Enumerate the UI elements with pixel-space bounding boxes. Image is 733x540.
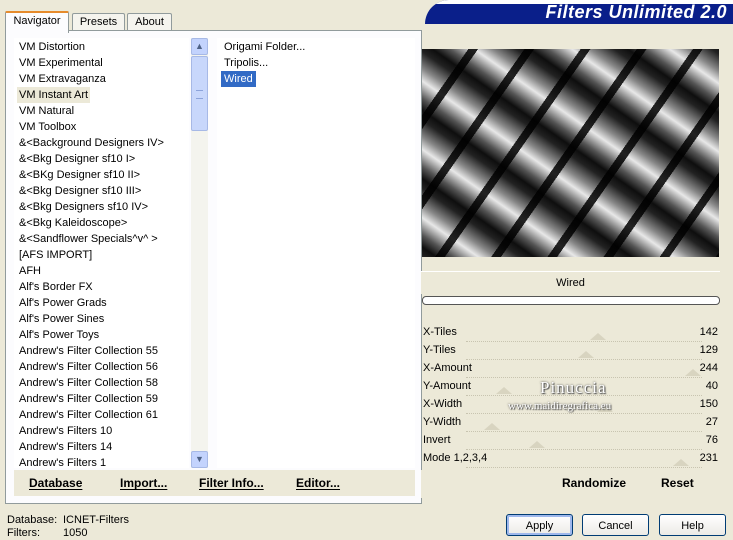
parameter-value: 231 xyxy=(699,452,718,464)
parameter-value: 244 xyxy=(699,362,718,374)
parameter-value: 27 xyxy=(705,416,718,428)
parameter-label: X-Tiles xyxy=(423,326,457,338)
parameter-row[interactable]: X-Tiles 142 xyxy=(421,324,720,342)
category-item[interactable]: [AFS IMPORT] xyxy=(19,247,92,263)
status-area: Database: ICNET-Filters Filters: 1050 xyxy=(7,514,129,540)
category-scrollbar[interactable]: ▲ ▼ xyxy=(191,38,208,468)
grip-icon xyxy=(196,90,203,99)
parameter-row[interactable]: Y-Width 27 xyxy=(421,414,720,432)
category-item[interactable]: VM Experimental xyxy=(19,55,103,71)
slider-thumb[interactable] xyxy=(590,333,607,340)
category-item[interactable]: VM Natural xyxy=(19,103,74,119)
filter-item[interactable]: Origami Folder... xyxy=(221,39,308,55)
tab-about[interactable]: About xyxy=(127,13,172,31)
filter-item[interactable]: Tripolis... xyxy=(221,55,271,71)
filter-preview xyxy=(422,49,719,257)
category-item[interactable]: Alf's Power Sines xyxy=(19,311,104,327)
category-item[interactable]: VM Instant Art xyxy=(17,87,91,103)
database-button[interactable]: Database xyxy=(29,476,82,490)
category-item[interactable]: Andrew's Filters 1 xyxy=(19,455,106,468)
category-item[interactable]: VM Toolbox xyxy=(19,119,76,135)
filter-info-button[interactable]: Filter Info... xyxy=(199,476,264,490)
navigator-panel: VM Distortion VM Experimental VM Extravaga… xyxy=(5,30,422,504)
cancel-button[interactable]: Cancel xyxy=(582,514,649,536)
navigator-button-bar: Database Import... Filter Info... Editor… xyxy=(14,470,415,496)
category-item[interactable]: &<BKg Designer sf10 II> xyxy=(19,167,140,183)
preview-image xyxy=(422,49,719,257)
category-item[interactable]: AFH xyxy=(19,263,41,279)
parameter-label: Mode 1,2,3,4 xyxy=(423,452,488,464)
category-item[interactable]: Andrew's Filter Collection 58 xyxy=(19,375,158,391)
app-title: Filters Unlimited 2.0 xyxy=(545,2,727,22)
slider-thumb[interactable] xyxy=(528,441,545,448)
category-item[interactable]: VM Distortion xyxy=(19,39,85,55)
category-item[interactable]: Alf's Power Toys xyxy=(19,327,99,343)
parameter-label: X-Amount xyxy=(423,362,472,374)
slider-thumb[interactable] xyxy=(483,423,500,430)
category-item[interactable]: &<Bkg Designers sf10 IV> xyxy=(19,199,148,215)
parameter-row[interactable]: Mode 1,2,3,4 231 xyxy=(421,450,720,468)
category-item[interactable]: Alf's Power Grads xyxy=(19,295,107,311)
parameter-row[interactable]: Invert 76 xyxy=(421,432,720,450)
category-item[interactable]: Andrew's Filter Collection 55 xyxy=(19,343,158,359)
watermark-url: www.maidiregrafica.eu xyxy=(508,400,612,412)
parameter-value: 76 xyxy=(705,434,718,446)
scroll-down-button[interactable]: ▼ xyxy=(191,451,208,468)
database-status-value: ICNET-Filters xyxy=(63,514,129,526)
import-button[interactable]: Import... xyxy=(120,476,167,490)
category-item[interactable]: VM Extravaganza xyxy=(19,71,106,87)
watermark: Pinuccia www.maidiregrafica.eu xyxy=(508,378,611,412)
category-item[interactable]: Andrew's Filters 14 xyxy=(19,439,112,455)
category-item[interactable]: Andrew's Filter Collection 56 xyxy=(19,359,158,375)
parameter-label: X-Width xyxy=(423,398,463,410)
parameter-value: 142 xyxy=(699,326,718,338)
filters-status-label: Filters: xyxy=(7,527,40,539)
tab-navigator[interactable]: Navigator xyxy=(5,11,69,33)
parameter-label: Y-Amount xyxy=(423,380,471,392)
apply-button[interactable]: Apply xyxy=(506,514,573,536)
category-item[interactable]: Andrew's Filter Collection 61 xyxy=(19,407,158,423)
filters-status-value: 1050 xyxy=(63,527,88,539)
tab-presets[interactable]: Presets xyxy=(72,13,125,31)
category-item[interactable]: Alf's Border FX xyxy=(19,279,93,295)
scroll-up-button[interactable]: ▲ xyxy=(191,38,208,55)
help-button[interactable]: Help xyxy=(659,514,726,536)
parameter-value: 150 xyxy=(699,398,718,410)
slider-track[interactable] xyxy=(466,466,702,468)
reset-button[interactable]: Reset xyxy=(661,476,694,490)
randomize-button[interactable]: Randomize xyxy=(562,476,626,490)
parameter-row[interactable]: X-Amount 244 xyxy=(421,360,720,378)
parameter-label: Invert xyxy=(423,434,451,446)
editor-button[interactable]: Editor... xyxy=(296,476,340,490)
parameter-row[interactable]: Y-Tiles 129 xyxy=(421,342,720,360)
category-item[interactable]: &<Bkg Designer sf10 I> xyxy=(19,151,135,167)
progress-bar xyxy=(422,296,720,305)
parameter-label: Y-Tiles xyxy=(423,344,456,356)
slider-thumb[interactable] xyxy=(578,351,595,358)
slider-thumb[interactable] xyxy=(672,459,689,466)
title-banner: Filters Unlimited 2.0 xyxy=(425,0,733,24)
slider-thumb[interactable] xyxy=(684,369,701,376)
category-item[interactable]: &<Bkg Designer sf10 III> xyxy=(19,183,141,199)
watermark-name: Pinuccia xyxy=(540,378,607,397)
category-item[interactable]: &<Background Designers IV> xyxy=(19,135,164,151)
filter-list[interactable]: Origami Folder... Tripolis... Wired xyxy=(217,38,415,468)
filter-name-bar: Wired xyxy=(421,271,720,294)
scroll-thumb[interactable] xyxy=(191,56,208,131)
parameter-value: 129 xyxy=(699,344,718,356)
parameter-label: Y-Width xyxy=(423,416,462,428)
parameter-button-bar: Randomize Reset xyxy=(421,470,720,498)
category-item[interactable]: Andrew's Filter Collection 59 xyxy=(19,391,158,407)
filter-name-label: Wired xyxy=(556,277,585,289)
category-item[interactable]: &<Sandflower Specials^v^ > xyxy=(19,231,158,247)
filter-item[interactable]: Wired xyxy=(221,71,256,87)
database-status-label: Database: xyxy=(7,514,58,526)
parameter-value: 40 xyxy=(705,380,718,392)
category-item[interactable]: Andrew's Filters 10 xyxy=(19,423,112,439)
category-list[interactable]: VM Distortion VM Experimental VM Extravaga… xyxy=(14,38,189,468)
category-item[interactable]: &<Bkg Kaleidoscope> xyxy=(19,215,127,231)
